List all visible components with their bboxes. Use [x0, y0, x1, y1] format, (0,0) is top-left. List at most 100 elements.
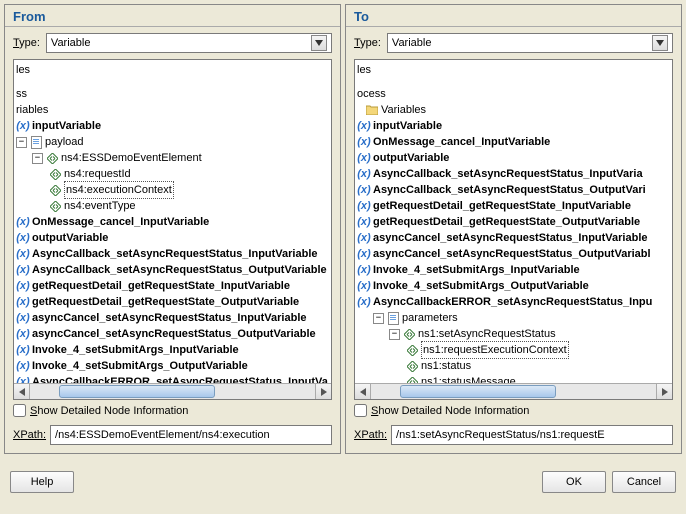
tree-node[interactable]: (x)inputVariable — [357, 118, 670, 134]
from-title: From — [5, 5, 340, 27]
from-tree[interactable]: les ss riables (x)inputVariable −payload… — [13, 59, 332, 400]
page-icon — [386, 311, 400, 325]
variable-icon: (x) — [357, 151, 371, 165]
from-type-value: Variable — [51, 37, 91, 49]
tree-node[interactable]: ocess — [357, 86, 670, 102]
tree-node[interactable]: les — [16, 62, 329, 78]
tree-node[interactable]: ss — [16, 86, 329, 102]
scroll-right-icon[interactable] — [656, 384, 672, 399]
chevron-down-icon[interactable] — [652, 35, 668, 51]
element-icon — [48, 199, 62, 213]
tree-node[interactable]: (x)getRequestDetail_getRequestState_Inpu… — [357, 198, 670, 214]
variable-icon: (x) — [357, 183, 371, 197]
variable-icon: (x) — [357, 263, 371, 277]
collapse-icon[interactable]: − — [32, 153, 43, 164]
ok-button[interactable]: OK — [542, 471, 606, 493]
to-type-label: Type: — [354, 37, 381, 49]
tree-node[interactable]: −ns4:ESSDemoEventElement — [16, 150, 329, 166]
tree-node[interactable]: (x)asyncCancel_setAsyncRequestStatus_Inp… — [357, 230, 670, 246]
element-icon — [405, 343, 419, 357]
variable-icon: (x) — [357, 279, 371, 293]
horizontal-scrollbar[interactable] — [14, 383, 331, 399]
tree-node[interactable]: (x)Invoke_4_setSubmitArgs_OutputVariable — [357, 278, 670, 294]
tree-node[interactable]: (x)OnMessage_cancel_InputVariable — [16, 214, 329, 230]
tree-node-req-exec-ctx[interactable]: ns1:requestExecutionContext — [357, 342, 670, 358]
element-icon — [48, 183, 62, 197]
tree-node[interactable]: (x)Invoke_4_setSubmitArgs_InputVariable — [357, 262, 670, 278]
scroll-thumb[interactable] — [400, 385, 557, 398]
to-panel: To Type: Variable les ocess Variables (x… — [345, 4, 682, 454]
tree-node[interactable]: (x)asyncCancel_setAsyncRequestStatus_Out… — [357, 246, 670, 262]
tree-node[interactable]: (x)AsyncCallbackERROR_setAsyncRequestSta… — [357, 294, 670, 310]
variable-icon: (x) — [16, 263, 30, 277]
to-xpath-input[interactable] — [391, 425, 673, 445]
collapse-icon[interactable]: − — [389, 329, 400, 340]
tree-node[interactable]: (x)getRequestDetail_getRequestState_Outp… — [357, 214, 670, 230]
to-tree[interactable]: les ocess Variables (x)inputVariable (x)… — [354, 59, 673, 400]
to-type-value: Variable — [392, 37, 432, 49]
to-xpath-label: XPath: — [354, 429, 387, 441]
from-xpath-input[interactable] — [50, 425, 332, 445]
scroll-left-icon[interactable] — [14, 384, 30, 399]
scroll-right-icon[interactable] — [315, 384, 331, 399]
tree-node[interactable]: (x)asyncCancel_setAsyncRequestStatus_Out… — [16, 326, 329, 342]
tree-node[interactable]: (x)AsyncCallback_setAsyncRequestStatus_O… — [357, 182, 670, 198]
tree-node[interactable]: (x)outputVariable — [16, 230, 329, 246]
variable-icon: (x) — [16, 119, 30, 133]
tree-node[interactable]: les — [357, 62, 670, 78]
tree-node[interactable]: (x)getRequestDetail_getRequestState_Outp… — [16, 294, 329, 310]
tree-node-variables[interactable]: Variables — [357, 102, 670, 118]
to-title: To — [346, 5, 681, 27]
tree-node-input-variable[interactable]: (x)inputVariable — [16, 118, 329, 134]
dialog-footer: Help OK Cancel — [0, 458, 686, 506]
chevron-down-icon[interactable] — [311, 35, 327, 51]
to-show-detail-checkbox[interactable] — [354, 404, 367, 417]
tree-node[interactable]: riables — [16, 102, 329, 118]
element-icon — [405, 359, 419, 373]
tree-node-parameters[interactable]: −parameters — [357, 310, 670, 326]
tree-node-payload[interactable]: −payload — [16, 134, 329, 150]
help-button[interactable]: Help — [10, 471, 74, 493]
element-icon — [402, 327, 416, 341]
to-show-detail-label: Show Detailed Node Information — [371, 405, 529, 417]
collapse-icon[interactable]: − — [16, 137, 27, 148]
variable-icon: (x) — [16, 247, 30, 261]
tree-node[interactable]: (x)outputVariable — [357, 150, 670, 166]
variable-icon: (x) — [16, 327, 30, 341]
tree-node[interactable]: ns1:statusMessage — [357, 374, 670, 383]
variable-icon: (x) — [16, 295, 30, 309]
tree-node[interactable]: ns4:requestId — [16, 166, 329, 182]
page-icon — [29, 135, 43, 149]
from-show-detail-label: Show Detailed Node Information — [30, 405, 188, 417]
variable-icon: (x) — [357, 119, 371, 133]
horizontal-scrollbar[interactable] — [355, 383, 672, 399]
tree-node[interactable]: (x)getRequestDetail_getRequestState_Inpu… — [16, 278, 329, 294]
folder-icon — [365, 103, 379, 117]
tree-node[interactable]: (x)AsyncCallbackERROR_setAsyncRequestSta… — [16, 374, 329, 383]
from-type-select[interactable]: Variable — [46, 33, 332, 53]
collapse-icon[interactable]: − — [373, 313, 384, 324]
from-show-detail-checkbox[interactable] — [13, 404, 26, 417]
scroll-thumb[interactable] — [59, 385, 216, 398]
variable-icon: (x) — [357, 167, 371, 181]
tree-node[interactable]: −ns1:setAsyncRequestStatus — [357, 326, 670, 342]
tree-node[interactable]: ns1:status — [357, 358, 670, 374]
variable-icon: (x) — [16, 279, 30, 293]
tree-node[interactable]: (x)AsyncCallback_setAsyncRequestStatus_I… — [357, 166, 670, 182]
tree-node[interactable]: (x)asyncCancel_setAsyncRequestStatus_Inp… — [16, 310, 329, 326]
variable-icon: (x) — [16, 311, 30, 325]
tree-node[interactable]: (x)AsyncCallback_setAsyncRequestStatus_I… — [16, 246, 329, 262]
tree-node[interactable]: (x)AsyncCallback_setAsyncRequestStatus_O… — [16, 262, 329, 278]
variable-icon: (x) — [357, 231, 371, 245]
variable-icon: (x) — [16, 343, 30, 357]
scroll-left-icon[interactable] — [355, 384, 371, 399]
tree-node[interactable]: (x)Invoke_4_setSubmitArgs_InputVariable — [16, 342, 329, 358]
cancel-button[interactable]: Cancel — [612, 471, 676, 493]
tree-node[interactable]: (x)Invoke_4_setSubmitArgs_OutputVariable — [16, 358, 329, 374]
tree-node-exec-ctx[interactable]: ns4:executionContext — [16, 182, 329, 198]
variable-icon: (x) — [357, 199, 371, 213]
tree-node[interactable]: ns4:eventType — [16, 198, 329, 214]
element-icon — [405, 375, 419, 383]
tree-node[interactable]: (x)OnMessage_cancel_InputVariable — [357, 134, 670, 150]
to-type-select[interactable]: Variable — [387, 33, 673, 53]
